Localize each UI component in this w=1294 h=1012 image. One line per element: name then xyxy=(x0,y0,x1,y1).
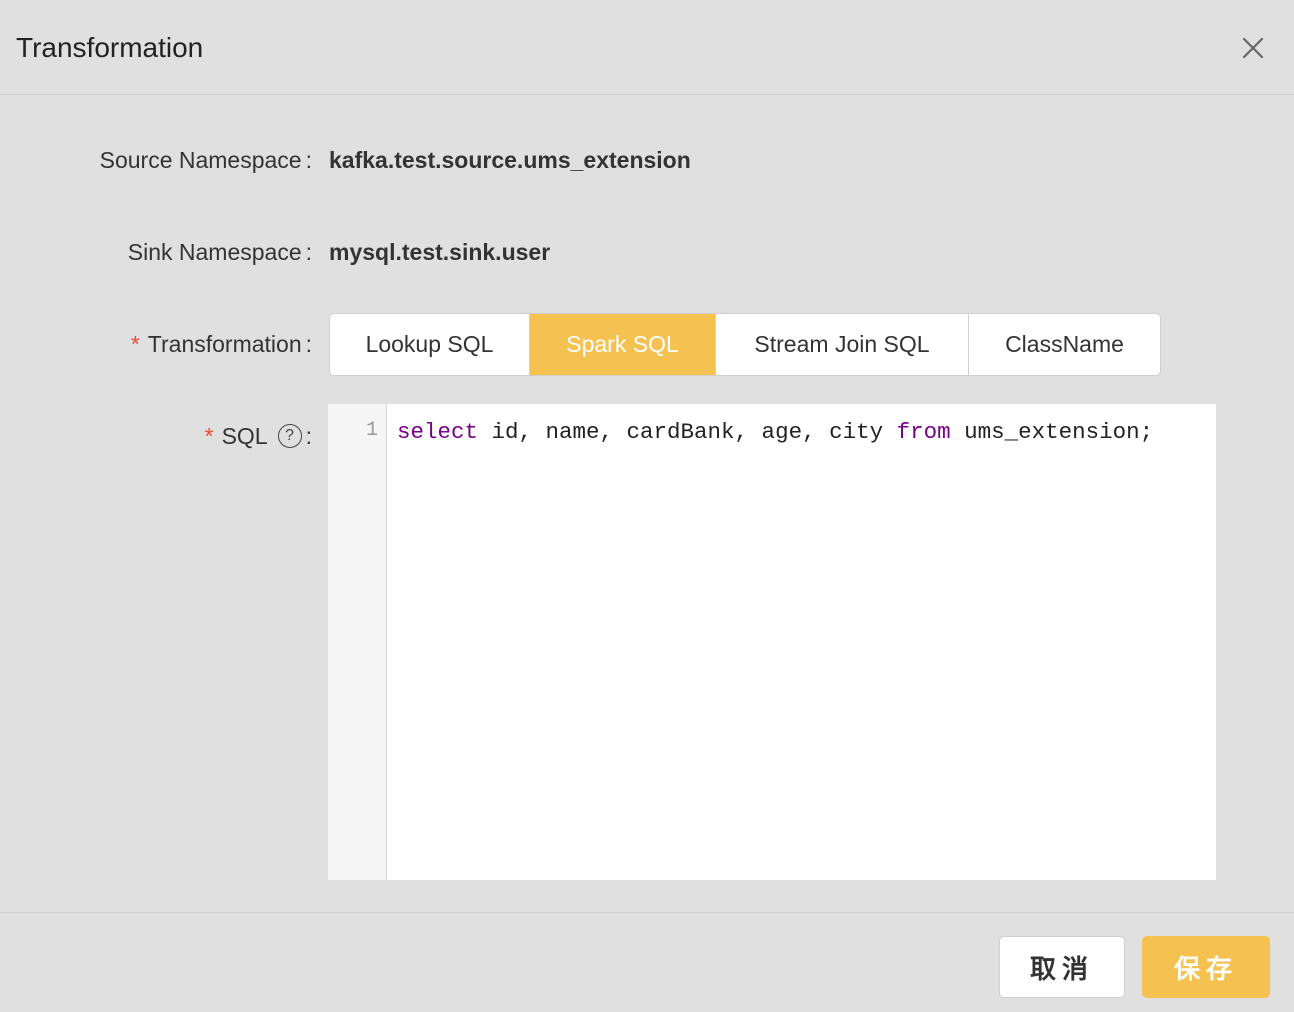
sink-namespace-label: Sink Namespace: xyxy=(128,237,312,267)
source-namespace-value: kafka.test.source.ums_extension xyxy=(329,147,691,173)
transformation-label: * Transformation: xyxy=(131,329,312,359)
option-lookup-sql[interactable]: Lookup SQL xyxy=(330,314,530,375)
source-namespace-label: Source Namespace: xyxy=(100,145,312,175)
required-mark: * xyxy=(204,423,214,449)
option-spark-sql[interactable]: Spark SQL xyxy=(530,314,716,375)
line-number: 1 xyxy=(365,419,378,442)
transformation-label-text: Transformation xyxy=(147,331,302,357)
close-button[interactable] xyxy=(1236,31,1270,65)
transformation-type-selector: Lookup SQL Spark SQL Stream Join SQL Cla… xyxy=(329,313,1161,376)
source-namespace-label-text: Source Namespace xyxy=(99,147,302,173)
label-colon: : xyxy=(305,239,312,265)
option-stream-join-sql[interactable]: Stream Join SQL xyxy=(716,314,969,375)
sql-label: * SQL?: xyxy=(205,421,312,451)
sink-namespace-label-text: Sink Namespace xyxy=(127,239,302,265)
sql-keyword: select xyxy=(397,419,479,445)
sql-editor[interactable]: 1 select id, name, cardBank, age, city f… xyxy=(328,404,1216,880)
label-colon: : xyxy=(305,147,312,173)
label-colon: : xyxy=(305,331,312,357)
editor-code-area[interactable]: select id, name, cardBank, age, city fro… xyxy=(387,404,1216,880)
sink-namespace-value: mysql.test.sink.user xyxy=(329,239,551,265)
modal-footer: 取消 保存 xyxy=(0,912,1294,1012)
label-colon: : xyxy=(305,423,312,449)
sql-text: ums_extension; xyxy=(950,419,1154,445)
modal-header: Transformation xyxy=(0,0,1294,95)
close-icon xyxy=(1242,37,1264,59)
option-classname[interactable]: ClassName xyxy=(969,314,1160,375)
sql-text: id, name, cardBank, age, city xyxy=(478,419,897,445)
question-circle-icon[interactable]: ? xyxy=(277,424,302,448)
modal-title: Transformation xyxy=(16,32,204,63)
sql-label-text: SQL xyxy=(221,423,268,449)
cancel-button[interactable]: 取消 xyxy=(999,936,1125,998)
editor-gutter: 1 xyxy=(328,404,387,880)
required-mark: * xyxy=(130,331,140,357)
save-button[interactable]: 保存 xyxy=(1142,936,1270,998)
sql-keyword: from xyxy=(896,419,951,445)
